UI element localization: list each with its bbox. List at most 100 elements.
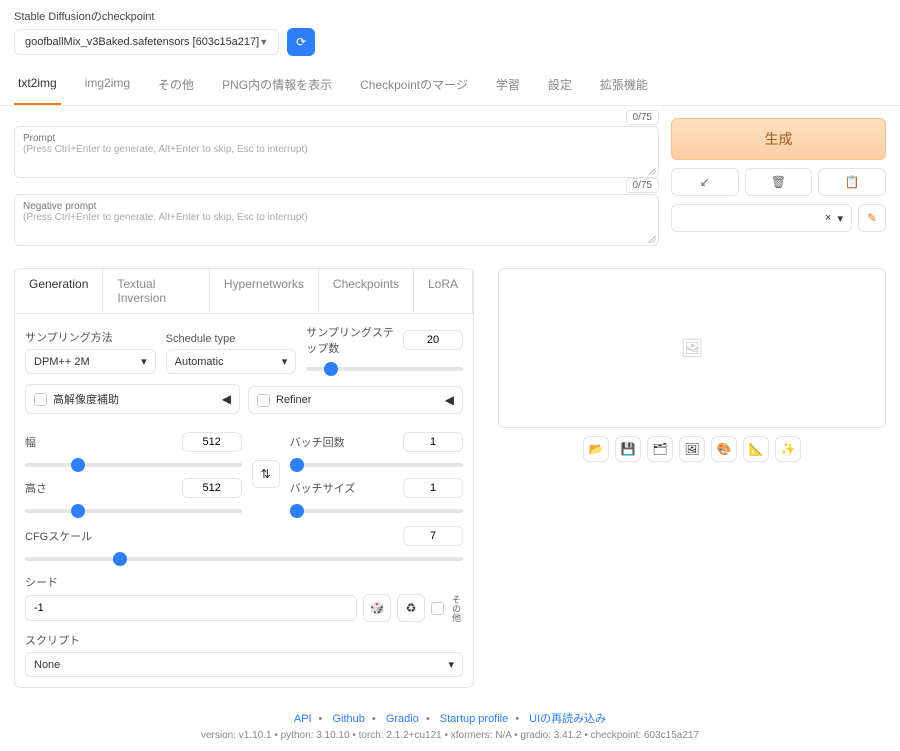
- tab-pnginfo[interactable]: PNG内の情報を表示: [218, 70, 336, 105]
- caret-down-icon: ▾: [837, 212, 843, 225]
- sampling-method-label: サンプリング方法: [25, 329, 156, 345]
- schedule-type-select[interactable]: Automatic ▾: [166, 349, 297, 374]
- caret-down-icon: ▼: [259, 37, 268, 47]
- swap-icon: ⇅: [261, 467, 271, 481]
- image-placeholder-icon: 🖼: [681, 338, 704, 359]
- batch-size-slider[interactable]: [290, 509, 463, 513]
- tab-txt2img[interactable]: txt2img: [14, 70, 61, 105]
- seed-label: シード: [25, 574, 463, 590]
- caret-down-icon: ▾: [282, 355, 288, 368]
- footer: API• Github• Gradio• Startup profile• UI…: [0, 700, 900, 751]
- refresh-checkpoint-button[interactable]: ⟳: [287, 28, 315, 56]
- caret-down-icon: ▾: [448, 658, 454, 671]
- hires-fix-toggle[interactable]: 高解像度補助 ◀: [25, 384, 240, 414]
- steps-label: サンプリングステップ数: [306, 324, 403, 356]
- arrow-button[interactable]: ↙: [671, 168, 739, 196]
- batch-count-slider[interactable]: [290, 463, 463, 467]
- sampling-method-select[interactable]: DPM++ 2M ▾: [25, 349, 156, 374]
- generation-subtabs: Generation Textual Inversion Hypernetwor…: [14, 268, 474, 314]
- output-preview: 🖼: [498, 268, 886, 428]
- cfg-input[interactable]: [403, 526, 463, 546]
- prompt-input[interactable]: Prompt (Press Ctrl+Enter to generate, Al…: [14, 126, 659, 178]
- footer-startup-link[interactable]: Startup profile: [440, 713, 508, 725]
- edit-style-button[interactable]: ✎: [858, 204, 886, 232]
- main-tabs: txt2img img2img その他 PNG内の情報を表示 Checkpoin…: [0, 60, 900, 106]
- generate-button[interactable]: 生成: [671, 118, 886, 160]
- footer-github-link[interactable]: Github: [332, 713, 364, 725]
- neg-prompt-token-count: 0/75: [626, 178, 659, 193]
- style-select[interactable]: × ▾: [671, 204, 852, 232]
- batch-count-label: バッチ回数: [290, 434, 345, 450]
- steps-slider[interactable]: [306, 367, 463, 371]
- refiner-checkbox[interactable]: [257, 394, 270, 407]
- width-label: 幅: [25, 434, 36, 450]
- steps-input[interactable]: [403, 330, 463, 350]
- cfg-label: CFGスケール: [25, 528, 92, 544]
- subtab-textual-inversion[interactable]: Textual Inversion: [103, 269, 210, 313]
- cfg-slider[interactable]: [25, 557, 463, 561]
- pencil-icon: ✎: [867, 211, 877, 225]
- tab-extras[interactable]: その他: [154, 70, 198, 105]
- script-select[interactable]: None ▾: [25, 652, 463, 677]
- seed-random-button[interactable]: 🎲: [363, 594, 391, 622]
- subtab-generation[interactable]: Generation: [15, 269, 103, 313]
- footer-api-link[interactable]: API: [294, 713, 312, 725]
- footer-reload-link[interactable]: UIの再読み込み: [529, 713, 606, 725]
- upscale-button[interactable]: ✨: [775, 436, 801, 462]
- batch-count-input[interactable]: [403, 432, 463, 452]
- swap-dimensions-button[interactable]: ⇅: [252, 460, 280, 488]
- seed-input[interactable]: [25, 595, 357, 621]
- prompt-token-count: 0/75: [626, 110, 659, 125]
- open-folder-button[interactable]: 📂: [583, 436, 609, 462]
- batch-size-label: バッチサイズ: [290, 480, 356, 496]
- save-zip-button[interactable]: 🗂: [647, 436, 673, 462]
- seed-reuse-button[interactable]: ♻: [397, 594, 425, 622]
- checkpoint-value: goofballMix_v3Baked.safetensors [603c15a…: [25, 36, 259, 48]
- arrow-icon: ↙: [700, 175, 710, 189]
- height-slider[interactable]: [25, 509, 242, 513]
- seed-extra-checkbox[interactable]: [431, 602, 444, 615]
- checkpoint-label: Stable Diffusionのcheckpoint: [14, 8, 886, 24]
- send-inpaint-button[interactable]: 🎨: [711, 436, 737, 462]
- width-input[interactable]: [182, 432, 242, 452]
- clipboard-button[interactable]: 📋: [818, 168, 886, 196]
- clipboard-icon: 📋: [845, 175, 860, 189]
- neg-prompt-hint: (Press Ctrl+Enter to generate, Alt+Enter…: [23, 212, 650, 223]
- schedule-type-label: Schedule type: [166, 333, 297, 345]
- caret-down-icon: ▾: [141, 355, 147, 368]
- height-label: 高さ: [25, 480, 47, 496]
- subtab-checkpoints[interactable]: Checkpoints: [319, 269, 414, 313]
- subtab-lora[interactable]: LoRA: [414, 269, 473, 313]
- tab-settings[interactable]: 設定: [544, 70, 576, 105]
- style-clear[interactable]: ×: [825, 212, 831, 224]
- output-actions: 📂 💾 🗂 🖼 🎨 📐 ✨: [498, 436, 886, 462]
- footer-gradio-link[interactable]: Gradio: [386, 713, 419, 725]
- height-input[interactable]: [182, 478, 242, 498]
- tab-train[interactable]: 学習: [492, 70, 524, 105]
- subtab-hypernetworks[interactable]: Hypernetworks: [210, 269, 319, 313]
- chevron-left-icon: ◀: [222, 392, 231, 406]
- trash-icon: 🗑: [771, 175, 786, 189]
- neg-prompt-input[interactable]: Negative prompt (Press Ctrl+Enter to gen…: [14, 194, 659, 246]
- dice-icon: 🎲: [370, 601, 385, 615]
- neg-prompt-label: Negative prompt: [23, 201, 650, 212]
- trash-button[interactable]: 🗑: [745, 168, 813, 196]
- recycle-icon: ♻: [406, 601, 417, 615]
- tab-img2img[interactable]: img2img: [81, 70, 134, 105]
- tab-merge[interactable]: Checkpointのマージ: [356, 70, 472, 105]
- send-img2img-button[interactable]: 🖼: [679, 436, 705, 462]
- width-slider[interactable]: [25, 463, 242, 467]
- save-button[interactable]: 💾: [615, 436, 641, 462]
- checkpoint-dropdown[interactable]: goofballMix_v3Baked.safetensors [603c15a…: [14, 29, 279, 55]
- hires-checkbox[interactable]: [34, 393, 47, 406]
- footer-version: version: v1.10.1 • python: 3.10.10 • tor…: [10, 730, 890, 741]
- script-label: スクリプト: [25, 632, 463, 648]
- refresh-icon: ⟳: [296, 35, 306, 49]
- tab-extensions[interactable]: 拡張機能: [596, 70, 652, 105]
- seed-extra-label: その他: [450, 595, 463, 622]
- send-extras-button[interactable]: 📐: [743, 436, 769, 462]
- prompt-label: Prompt: [23, 133, 650, 144]
- chevron-left-icon: ◀: [445, 393, 454, 407]
- refiner-toggle[interactable]: Refiner ◀: [248, 386, 463, 414]
- batch-size-input[interactable]: [403, 478, 463, 498]
